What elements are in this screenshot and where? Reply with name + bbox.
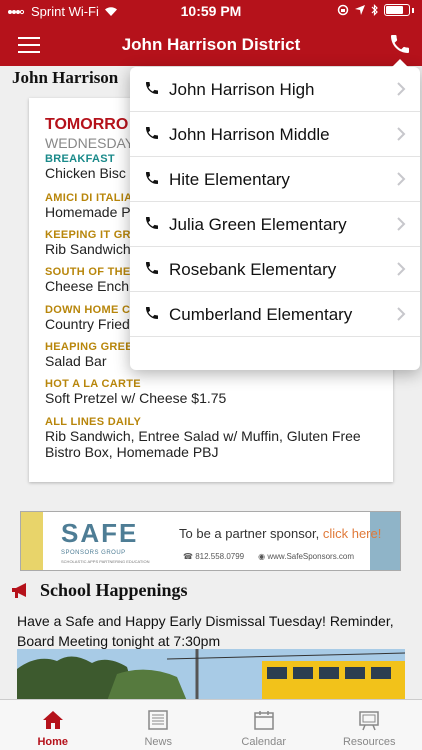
sponsor-website-text: www.SafeSponsors.com bbox=[267, 552, 355, 561]
tab-news-label: News bbox=[144, 736, 172, 748]
location-icon bbox=[355, 5, 365, 15]
menu-section-text: Soft Pretzel w/ Cheese $1.75 bbox=[45, 390, 227, 406]
phone-icon bbox=[146, 82, 158, 94]
bluetooth-icon bbox=[371, 4, 378, 16]
chevron-right-icon bbox=[397, 217, 406, 231]
dropdown-item-cumberland-elementary[interactable]: Cumberland Elementary bbox=[130, 292, 420, 337]
tab-resources-label: Resources bbox=[342, 736, 396, 748]
banner-stripe-left bbox=[21, 512, 43, 570]
chevron-right-icon bbox=[397, 82, 406, 96]
home-icon bbox=[42, 711, 63, 729]
phone-icon bbox=[146, 127, 158, 139]
sponsor-logo-subtitle: SPONSORS GROUP bbox=[61, 550, 126, 556]
menu-section: HOT A LA CARTE Soft Pretzel w/ Cheese $1… bbox=[45, 378, 385, 406]
calendar-icon bbox=[254, 711, 274, 730]
resources-icon bbox=[359, 711, 379, 731]
sponsor-headline: To be a partner sponsor, click here! bbox=[179, 526, 381, 541]
dropdown-item-label: John Harrison Middle bbox=[169, 125, 330, 144]
sponsor-banner[interactable]: SAFE SPONSORS GROUP SCHOLASTIC APPS PART… bbox=[20, 511, 401, 571]
dropdown-item-label: Rosebank Elementary bbox=[169, 260, 337, 279]
menu-date: WEDNESDAY bbox=[45, 135, 135, 151]
globe-icon: ◉ bbox=[258, 552, 268, 561]
news-icon bbox=[148, 710, 168, 730]
status-bar: Sprint Wi-Fi 10:59 PM bbox=[0, 0, 422, 24]
status-right bbox=[337, 4, 414, 16]
sponsor-website: ◉ www.SafeSponsors.com bbox=[258, 552, 354, 561]
tab-home-label: Home bbox=[37, 736, 69, 748]
megaphone-icon bbox=[12, 582, 26, 598]
dropdown-item-label: John Harrison High bbox=[169, 80, 315, 99]
tab-news[interactable]: News bbox=[106, 700, 212, 750]
sponsor-headline-text: To be a partner sponsor, bbox=[179, 526, 320, 541]
chevron-right-icon bbox=[397, 172, 406, 186]
phone-icon bbox=[146, 307, 158, 319]
menu-section: ALL LINES DAILY Rib Sandwich, Entree Sal… bbox=[45, 416, 385, 460]
dropdown-caret bbox=[392, 59, 408, 67]
menu-section-text: Rib Sandwich, Entree Salad w/ Muffin, Gl… bbox=[45, 428, 361, 460]
sponsor-phone-text: 812.558.0799 bbox=[195, 552, 245, 561]
phone-small-icon: ☎ bbox=[183, 552, 196, 561]
sponsor-phone: ☎ 812.558.0799 bbox=[183, 552, 244, 561]
happenings-photo[interactable] bbox=[17, 649, 405, 701]
banner-stripe-right bbox=[370, 512, 400, 570]
dropdown-item-hite-elementary[interactable]: Hite Elementary bbox=[130, 157, 420, 202]
sponsor-cta-link[interactable]: click here! bbox=[323, 526, 382, 541]
battery-tip bbox=[412, 7, 414, 13]
happenings-header: School Happenings bbox=[10, 580, 188, 601]
happenings-title: School Happenings bbox=[40, 580, 188, 600]
menu-section-label: HOT A LA CARTE bbox=[45, 378, 141, 390]
tab-bar: Home News Calendar Resources bbox=[0, 699, 422, 750]
nav-title: John Harrison District bbox=[121, 35, 301, 54]
sponsor-logo: SAFE bbox=[61, 518, 139, 548]
school-bus-photo bbox=[17, 649, 405, 701]
battery-icon bbox=[384, 4, 410, 16]
dropdown-item-julia-green-elementary[interactable]: Julia Green Elementary bbox=[130, 202, 420, 247]
tab-calendar[interactable]: Calendar bbox=[211, 700, 317, 750]
dropdown-item-label: Hite Elementary bbox=[169, 170, 290, 189]
phone-icon bbox=[146, 217, 158, 229]
dropdown-item-label: Julia Green Elementary bbox=[169, 215, 347, 234]
happenings-text: Have a Safe and Happy Early Dismissal Tu… bbox=[17, 613, 394, 649]
menu-section-label: ALL LINES DAILY bbox=[45, 416, 142, 428]
rotation-lock-icon bbox=[337, 4, 349, 16]
sponsor-contact: ☎ 812.558.0799 ◉ www.SafeSponsors.com bbox=[183, 552, 354, 561]
dropdown-item-rosebank-elementary[interactable]: Rosebank Elementary bbox=[130, 247, 420, 292]
chevron-right-icon bbox=[397, 307, 406, 321]
chevron-right-icon bbox=[397, 262, 406, 276]
dropdown-item-john-harrison-middle[interactable]: John Harrison Middle bbox=[130, 112, 420, 157]
phone-icon bbox=[146, 262, 158, 274]
menu-day: TOMORRO bbox=[45, 116, 129, 133]
nav-bar: John Harrison District bbox=[0, 24, 422, 66]
dropdown-item-john-harrison-high[interactable]: John Harrison High bbox=[130, 67, 420, 112]
phone-icon bbox=[146, 172, 158, 184]
school-header: John Harrison bbox=[12, 68, 119, 87]
tab-calendar-label: Calendar bbox=[241, 736, 287, 748]
dropdown-item-label: Cumberland Elementary bbox=[169, 305, 353, 324]
phone-icon[interactable] bbox=[388, 32, 412, 56]
tab-resources[interactable]: Resources bbox=[317, 700, 422, 750]
school-phone-dropdown: John Harrison High John Harrison Middle … bbox=[130, 59, 420, 370]
sponsor-logo-tagline: SCHOLASTIC APPS PARTNERING EDUCATION bbox=[61, 559, 150, 564]
chevron-right-icon bbox=[397, 127, 406, 141]
tab-home[interactable]: Home bbox=[0, 700, 106, 750]
